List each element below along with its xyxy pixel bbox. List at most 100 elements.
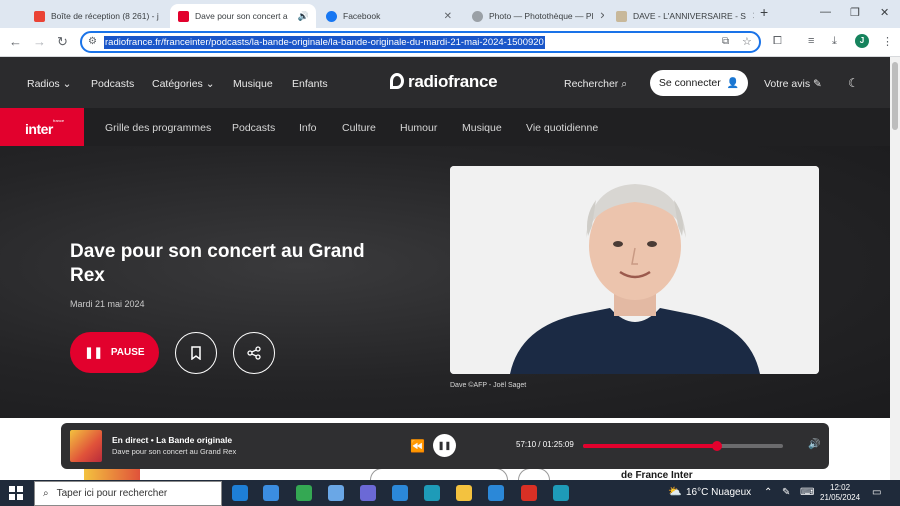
subnav-info[interactable]: Info <box>299 122 317 134</box>
window-close-button[interactable]: ✕ <box>880 6 889 19</box>
station-nav: france inter Grille des programmes Podca… <box>0 108 890 146</box>
close-icon[interactable]: ✕ <box>444 11 452 22</box>
show-name: La Bande originale <box>156 435 233 445</box>
round-button[interactable] <box>518 468 550 480</box>
radiofrance-logo[interactable]: radiofrance <box>390 72 498 92</box>
notification-icon[interactable]: ▭ <box>872 487 881 498</box>
tab-active[interactable]: Dave pour son concert a 🔊 ✕ <box>170 4 316 28</box>
taskbar-app-icon[interactable] <box>232 485 248 501</box>
search-button[interactable]: Rechercher ⌕ <box>564 78 627 91</box>
speaker-icon[interactable]: 🔊 <box>298 11 309 22</box>
chevron-down-icon: ⌄ <box>62 78 72 90</box>
taskbar-app-icon[interactable] <box>521 485 537 501</box>
windows-taskbar: ⌕ Taper ici pour rechercher ⛅ 16°C Nuage… <box>0 480 900 506</box>
facebook-icon <box>326 10 337 22</box>
taskbar-clock[interactable]: 12:02 21/05/2024 <box>820 483 860 503</box>
logo-small-text: france <box>53 118 65 123</box>
subnav-podcasts[interactable]: Podcasts <box>232 122 275 134</box>
pause-icon: ❚❚ <box>437 441 452 450</box>
subnav-vie-quotidienne[interactable]: Vie quotidienne <box>526 122 598 134</box>
feedback-button[interactable]: Votre avis ✎ <box>764 78 822 90</box>
subnav-culture[interactable]: Culture <box>342 122 376 134</box>
subnav-humour[interactable]: Humour <box>400 122 437 134</box>
pause-button[interactable]: ❚❚ PAUSE <box>70 332 159 373</box>
tab-facebook[interactable]: Facebook ✕ <box>318 4 460 28</box>
france-inter-logo[interactable]: france inter <box>0 108 84 146</box>
nav-podcasts[interactable]: Podcasts <box>91 78 134 90</box>
profile-avatar[interactable]: J <box>855 34 869 48</box>
player-time: 57:10 / 01:25:09 <box>516 440 574 449</box>
rewind-icon[interactable]: ⏪ <box>410 439 425 453</box>
taskbar-app-icon[interactable] <box>424 485 440 501</box>
bookmark-star-icon[interactable]: ☆ <box>742 35 752 48</box>
live-label: En direct • La Bande originale <box>112 435 233 445</box>
nav-musique[interactable]: Musique <box>233 78 273 90</box>
share-button[interactable] <box>233 332 275 374</box>
taskbar-app-icon[interactable] <box>360 485 376 501</box>
close-icon[interactable]: ✕ <box>165 11 166 22</box>
bookmark-button[interactable] <box>175 332 217 374</box>
nav-categories[interactable]: Catégories ⌄ <box>152 78 215 90</box>
search-placeholder: Taper ici pour rechercher <box>56 488 168 499</box>
dark-mode-moon-icon[interactable]: ☾ <box>848 76 859 90</box>
reload-button[interactable]: ↻ <box>57 34 68 50</box>
progress-fill <box>583 444 717 448</box>
radiofrance-logo-icon <box>390 73 404 89</box>
menu-icon[interactable]: ⋮ <box>882 35 893 48</box>
nav-enfants[interactable]: Enfants <box>292 78 328 90</box>
back-button[interactable]: ← <box>9 34 22 49</box>
tab-label: Photo — Photothèque — Pl <box>489 11 594 21</box>
address-bar[interactable]: ⚙ radiofrance.fr/franceinter/podcasts/la… <box>80 31 761 53</box>
site-info-icon[interactable]: ⚙ <box>88 36 97 47</box>
tray-chevron-icon[interactable]: ⌃ <box>764 487 772 498</box>
tab-label: Boîte de réception (8 261) - j <box>51 11 159 21</box>
forward-button[interactable]: → <box>33 34 46 49</box>
minimize-button[interactable]: — <box>820 6 831 18</box>
scrollbar-thumb[interactable] <box>892 62 898 130</box>
media-queue-icon[interactable]: ≡ <box>808 35 814 47</box>
connect-button[interactable]: Se connecter 👤 <box>650 70 748 96</box>
install-icon[interactable]: ⧉ <box>722 36 729 47</box>
pause-label: PAUSE <box>110 347 145 358</box>
new-tab-button[interactable]: + <box>760 4 768 20</box>
tab-photo[interactable]: Photo — Photothèque — Pl ✕ <box>464 4 604 28</box>
close-icon[interactable]: ✕ <box>752 11 754 22</box>
keyboard-icon[interactable]: ⌨ <box>800 487 814 498</box>
globe-icon <box>472 10 483 22</box>
windows-start-icon[interactable] <box>9 486 23 500</box>
taskbar-app-icon[interactable] <box>392 485 408 501</box>
weather-text[interactable]: 16°C Nuageux <box>686 487 751 498</box>
subnav-grille[interactable]: Grille des programmes <box>105 122 211 134</box>
taskbar-app-icon[interactable] <box>263 485 279 501</box>
tab-dave[interactable]: DAVE - L'ANNIVERSAIRE - S ✕ <box>608 4 754 28</box>
site-icon <box>616 10 627 22</box>
taskbar-app-icon[interactable] <box>328 485 344 501</box>
taskbar-search[interactable]: ⌕ Taper ici pour rechercher <box>34 481 222 506</box>
progress-bar[interactable] <box>583 441 783 451</box>
volume-icon[interactable]: 🔊 <box>808 439 820 450</box>
taskbar-app-icon[interactable] <box>553 485 569 501</box>
search-icon: ⌕ <box>621 78 628 90</box>
nav-radios[interactable]: Radios ⌄ <box>27 78 71 90</box>
show-thumbnail[interactable] <box>70 430 102 462</box>
taskbar-app-icon[interactable] <box>456 485 472 501</box>
tab-gmail[interactable]: Boîte de réception (8 261) - j ✕ <box>26 4 166 28</box>
taskbar-app-icon[interactable] <box>296 485 312 501</box>
progress-knob[interactable] <box>712 441 722 451</box>
browser-tab-bar: Boîte de réception (8 261) - j ✕ Dave po… <box>0 0 900 28</box>
restore-button[interactable]: ❐ <box>850 6 860 19</box>
search-label: Rechercher <box>564 78 619 90</box>
player-episode: Dave pour son concert au Grand Rex <box>112 447 237 456</box>
pen-icon[interactable]: ✎ <box>782 487 790 498</box>
player-pause-button[interactable]: ❚❚ <box>433 434 456 457</box>
subnav-musique[interactable]: Musique <box>462 122 502 134</box>
gmail-icon <box>34 10 45 22</box>
download-icon[interactable]: ⤓ <box>832 35 837 48</box>
url-text[interactable]: radiofrance.fr/franceinter/podcasts/la-b… <box>104 36 545 49</box>
outline-button[interactable] <box>370 468 508 480</box>
clock-time: 12:02 <box>830 483 851 492</box>
close-icon[interactable]: ✕ <box>315 11 316 22</box>
taskbar-app-icon[interactable] <box>488 485 504 501</box>
close-icon[interactable]: ✕ <box>599 11 604 22</box>
extensions-icon[interactable]: ⧠ <box>773 35 782 48</box>
